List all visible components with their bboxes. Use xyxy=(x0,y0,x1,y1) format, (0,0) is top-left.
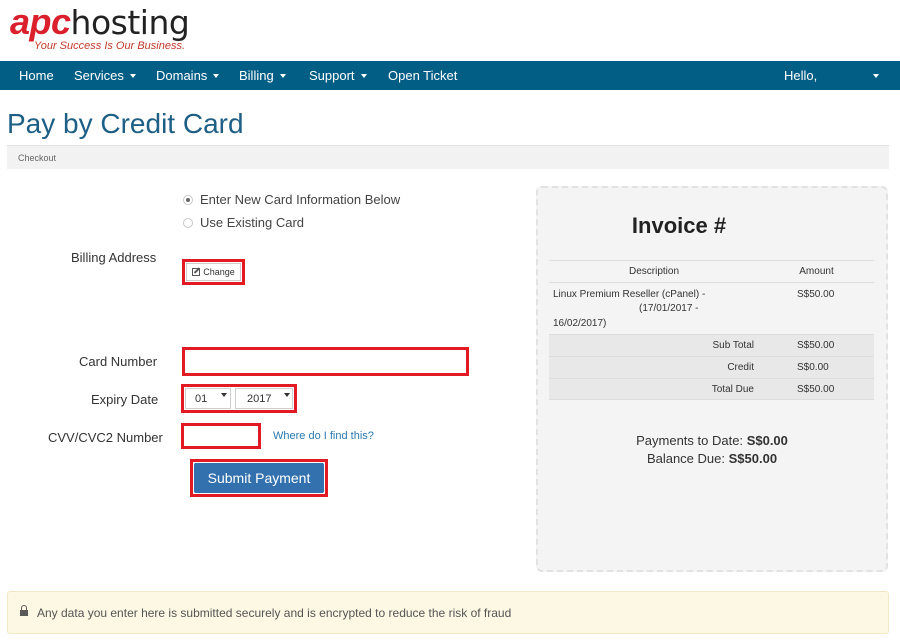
line-item-desc-1: Linux Premium Reseller (cPanel) - xyxy=(553,289,706,300)
billing-address-label: Billing Address xyxy=(71,250,157,265)
expiry-year-select[interactable]: 2017 xyxy=(235,388,293,409)
security-alert-text: Any data you enter here is submitted sec… xyxy=(37,606,512,620)
cvv-input[interactable] xyxy=(181,423,261,449)
nav-billing[interactable]: Billing xyxy=(239,61,286,90)
logo-tagline: Your Success Is Our Business. xyxy=(34,40,186,52)
payments-to-date: Payments to Date: S$0.00 xyxy=(536,433,888,448)
invoice-table: Description Amount Linux Premium Reselle… xyxy=(549,260,874,400)
column-header-description: Description xyxy=(628,266,680,277)
cvv-help-link[interactable]: Where do I find this? xyxy=(273,430,374,442)
nav-services-label: Services xyxy=(74,68,124,83)
nav-billing-label: Billing xyxy=(239,68,274,83)
invoice-table-header: Description Amount xyxy=(549,260,874,282)
radio-existing-card-label: Use Existing Card xyxy=(200,215,305,230)
site-logo[interactable]: apchosting Your Success Is Our Business. xyxy=(10,4,210,54)
nav-support-label: Support xyxy=(309,68,355,83)
breadcrumb: Checkout xyxy=(7,145,889,169)
invoice-line-item: Linux Premium Reseller (cPanel) - (17/01… xyxy=(549,282,874,334)
security-alert: Any data you enter here is submitted sec… xyxy=(7,591,889,634)
line-item-desc-3: 16/02/2017) xyxy=(553,318,607,329)
radio-new-card[interactable]: Enter New Card Information Below xyxy=(183,192,400,207)
card-number-label: Card Number xyxy=(79,354,158,369)
subtotal-label: Sub Total xyxy=(712,340,754,351)
expiry-month-select[interactable]: 01 xyxy=(185,388,231,409)
total-due-value: S$50.00 xyxy=(797,384,835,395)
logo-brand-a: apc xyxy=(10,1,71,42)
nav-domains-label: Domains xyxy=(156,68,208,83)
submit-payment-button[interactable]: Submit Payment xyxy=(194,463,324,493)
nav-home-label: Home xyxy=(19,68,54,83)
expiry-date-label: Expiry Date xyxy=(91,392,159,407)
invoice-title: Invoice # xyxy=(631,213,727,238)
logo-wordmark: apchosting xyxy=(10,1,190,42)
caret-down-icon xyxy=(129,73,136,78)
balance-due-label: Balance Due: xyxy=(646,451,725,466)
nav-domains[interactable]: Domains xyxy=(156,61,220,90)
breadcrumb-item-checkout[interactable]: Checkout xyxy=(18,153,56,163)
payments-to-date-value: S$0.00 xyxy=(746,433,788,448)
nav-open-ticket[interactable]: Open Ticket xyxy=(388,61,457,90)
nav-home[interactable]: Home xyxy=(19,61,54,90)
nav-services[interactable]: Services xyxy=(74,61,136,90)
radio-existing-card[interactable]: Use Existing Card xyxy=(183,215,304,230)
invoice-credit-row: Credit S$0.00 xyxy=(549,356,874,378)
subtotal-value: S$50.00 xyxy=(797,340,835,351)
change-address-label: Change xyxy=(203,267,235,277)
balance-due: Balance Due: S$50.00 xyxy=(536,451,888,466)
invoice-total-row: Total Due S$50.00 xyxy=(549,378,874,400)
page-title: Pay by Credit Card xyxy=(7,108,244,139)
cvv-label: CVV/CVC2 Number xyxy=(48,430,163,445)
main-navbar: Home Services Domains Billing Support Op… xyxy=(0,61,900,90)
nav-support[interactable]: Support xyxy=(309,61,367,90)
radio-new-card-label: Enter New Card Information Below xyxy=(200,192,401,207)
user-greeting: Hello, xyxy=(784,68,818,83)
edit-icon xyxy=(192,268,201,276)
nav-open-ticket-label: Open Ticket xyxy=(388,68,458,83)
select-arrow-icon xyxy=(221,393,227,397)
lock-icon xyxy=(20,605,28,616)
line-item-desc-2: (17/01/2017 - xyxy=(639,303,699,314)
expiry-year-value: 2017 xyxy=(247,393,272,405)
radio-button-checked[interactable] xyxy=(183,194,193,205)
caret-down-icon xyxy=(873,73,880,78)
caret-down-icon xyxy=(279,73,286,78)
balance-due-value: S$50.00 xyxy=(728,451,778,466)
nav-user-menu[interactable]: Hello, xyxy=(784,61,880,90)
select-arrow-icon xyxy=(284,393,290,397)
line-item-amount: S$50.00 xyxy=(797,289,835,300)
credit-value: S$0.00 xyxy=(797,362,829,373)
change-address-button[interactable]: Change xyxy=(186,263,241,281)
column-header-amount: Amount xyxy=(799,266,834,277)
total-due-label: Total Due xyxy=(711,384,754,395)
caret-down-icon xyxy=(213,73,220,78)
radio-button[interactable] xyxy=(183,217,193,228)
caret-down-icon xyxy=(360,73,367,78)
logo-brand-b: hosting xyxy=(70,3,190,42)
expiry-month-value: 01 xyxy=(195,393,208,405)
invoice-subtotal-row: Sub Total S$50.00 xyxy=(549,334,874,356)
payments-to-date-label: Payments to Date: xyxy=(636,433,744,448)
credit-label: Credit xyxy=(727,362,754,373)
card-number-input[interactable] xyxy=(182,347,469,376)
